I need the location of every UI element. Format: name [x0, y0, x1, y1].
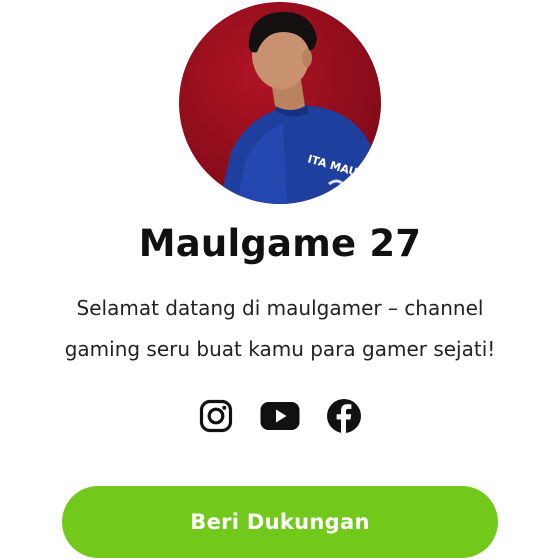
- youtube-link[interactable]: [260, 396, 300, 436]
- social-links: [0, 396, 560, 436]
- facebook-icon: [327, 399, 361, 433]
- bio-line-1: Selamat datang di maulgamer – channel: [76, 296, 484, 320]
- avatar-photo: ITA MAULANA: [219, 11, 381, 204]
- support-button[interactable]: Beri Dukungan: [62, 486, 498, 558]
- facebook-link[interactable]: [324, 396, 364, 436]
- support-button-label: Beri Dukungan: [190, 510, 370, 534]
- avatar: ITA MAULANA: [179, 2, 381, 204]
- instagram-icon: [199, 399, 233, 433]
- instagram-link[interactable]: [196, 396, 236, 436]
- profile-bio: Selamat datang di maulgamer – channel ga…: [20, 288, 540, 370]
- bio-line-2: gaming seru buat kamu para gamer sejati!: [64, 337, 496, 361]
- profile-name: Maulgame 27: [138, 222, 422, 265]
- profile-page: ITA MAULANA Maulgame 27 Selamat datang d…: [0, 0, 560, 560]
- youtube-icon: [260, 402, 300, 430]
